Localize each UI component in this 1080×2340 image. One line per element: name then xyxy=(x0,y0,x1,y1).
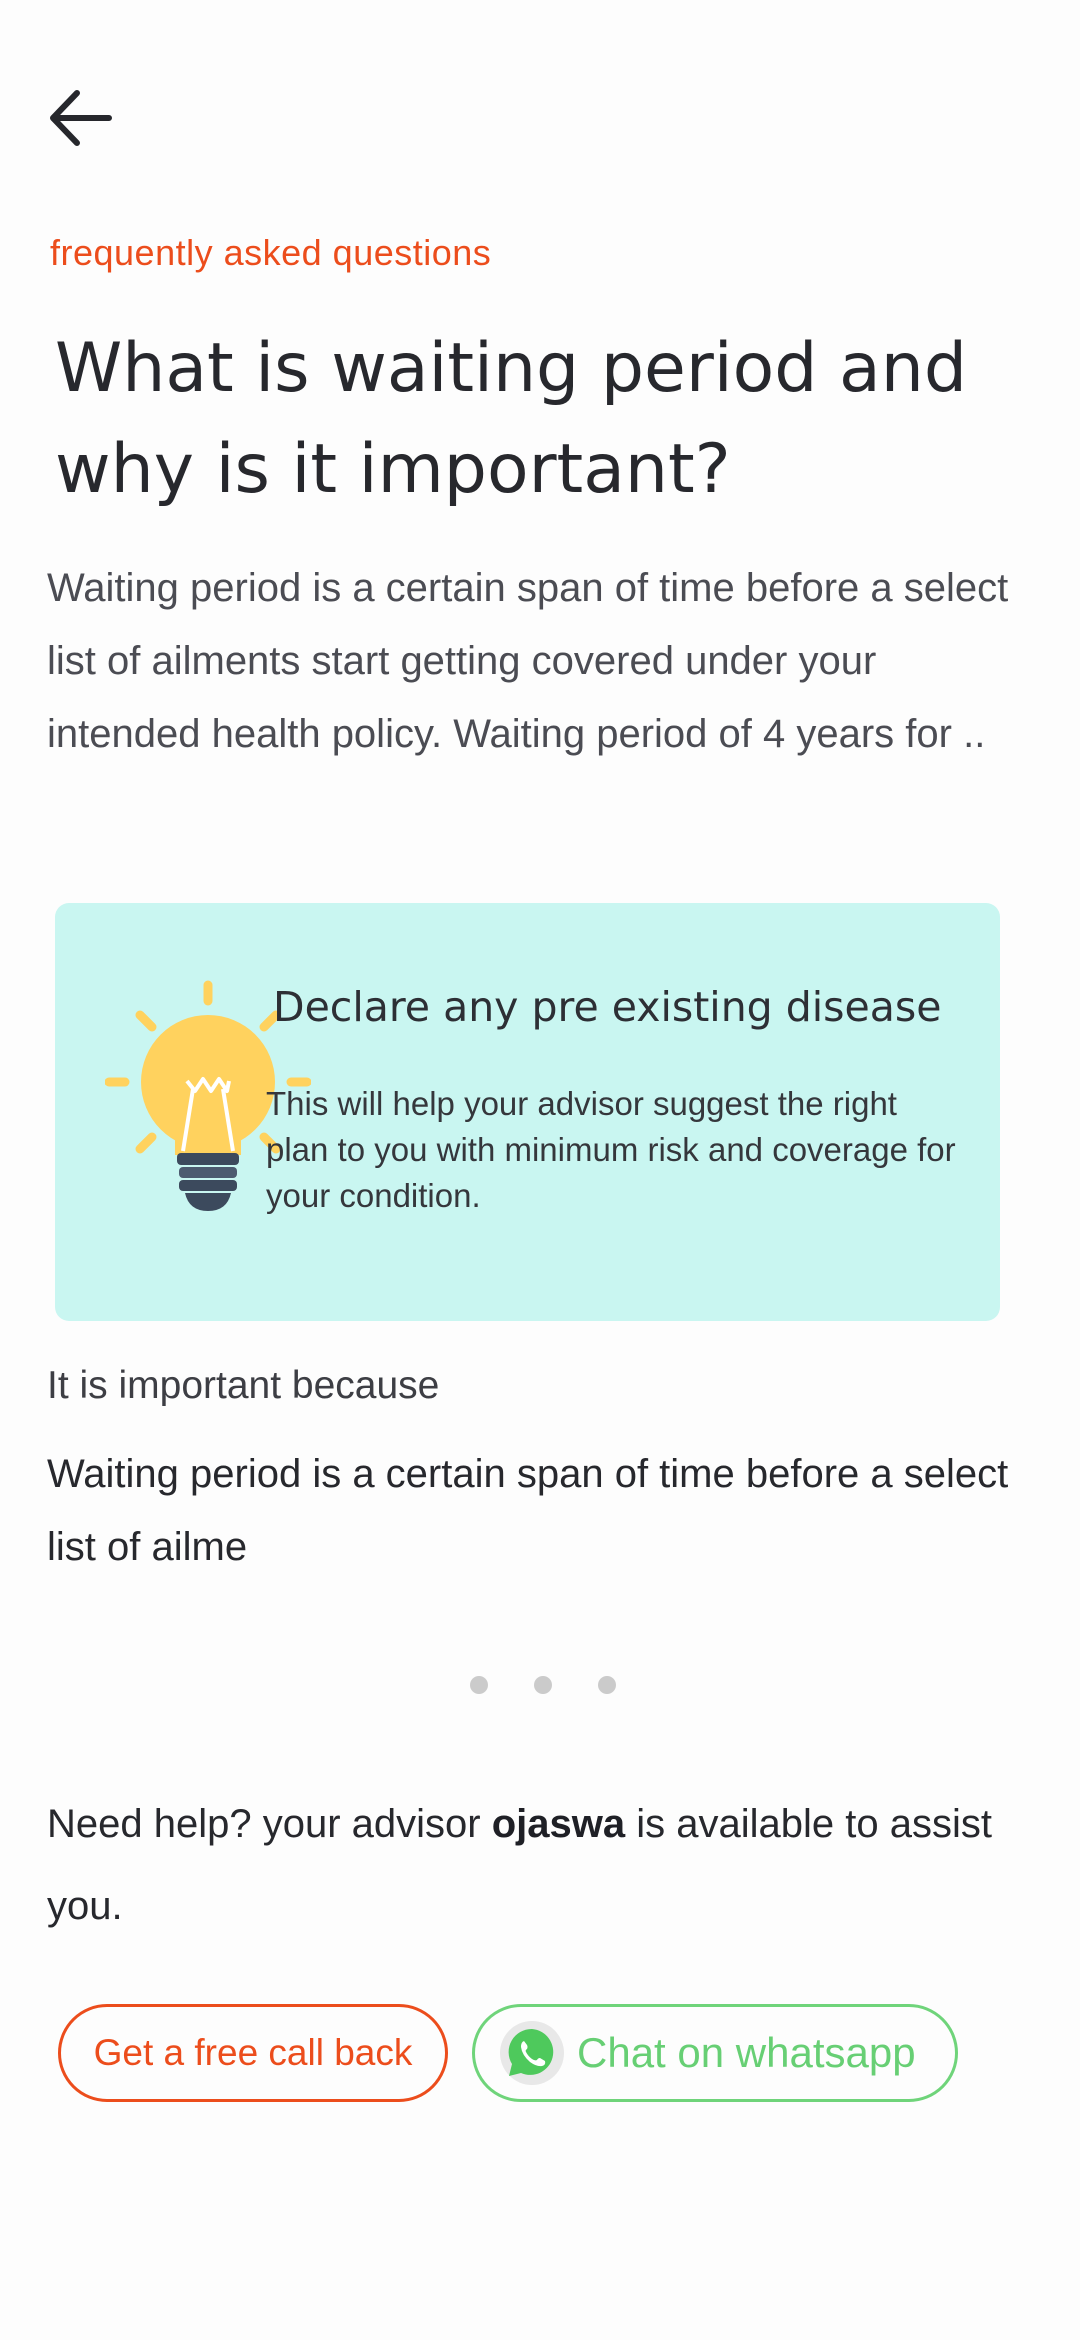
importance-heading: It is important because xyxy=(47,1364,440,1407)
pagination-dots xyxy=(470,1676,616,1694)
pagination-dot[interactable] xyxy=(598,1676,616,1694)
tip-text: This will help your advisor suggest the … xyxy=(266,1085,956,1214)
tip-card: Declare any pre existing disease This wi… xyxy=(55,903,1000,1321)
help-prefix: Need help? your advisor xyxy=(47,1802,492,1846)
pagination-dot[interactable] xyxy=(534,1676,552,1694)
pagination-dot[interactable] xyxy=(470,1676,488,1694)
help-text: Need help? your advisor ojaswa is availa… xyxy=(47,1783,1027,1947)
back-button[interactable] xyxy=(40,80,120,156)
page-title: What is waiting period and why is it imp… xyxy=(55,329,967,509)
importance-text: Waiting period is a certain span of time… xyxy=(47,1452,1009,1569)
whatsapp-icon xyxy=(500,2021,564,2085)
advisor-name: ojaswa xyxy=(491,1802,626,1846)
tip-title: Declare any pre existing disease xyxy=(273,983,942,1031)
arrow-left-icon xyxy=(50,90,112,146)
free-call-back-button[interactable]: Get a free call back xyxy=(58,2004,448,2102)
section-eyebrow: frequently asked questions xyxy=(50,232,492,273)
intro-text: Waiting period is a certain span of time… xyxy=(47,566,1009,756)
whatsapp-button-label: Chat on whatsapp xyxy=(577,2029,916,2076)
chat-on-whatsapp-button[interactable]: Chat on whatsapp xyxy=(472,2004,958,2102)
